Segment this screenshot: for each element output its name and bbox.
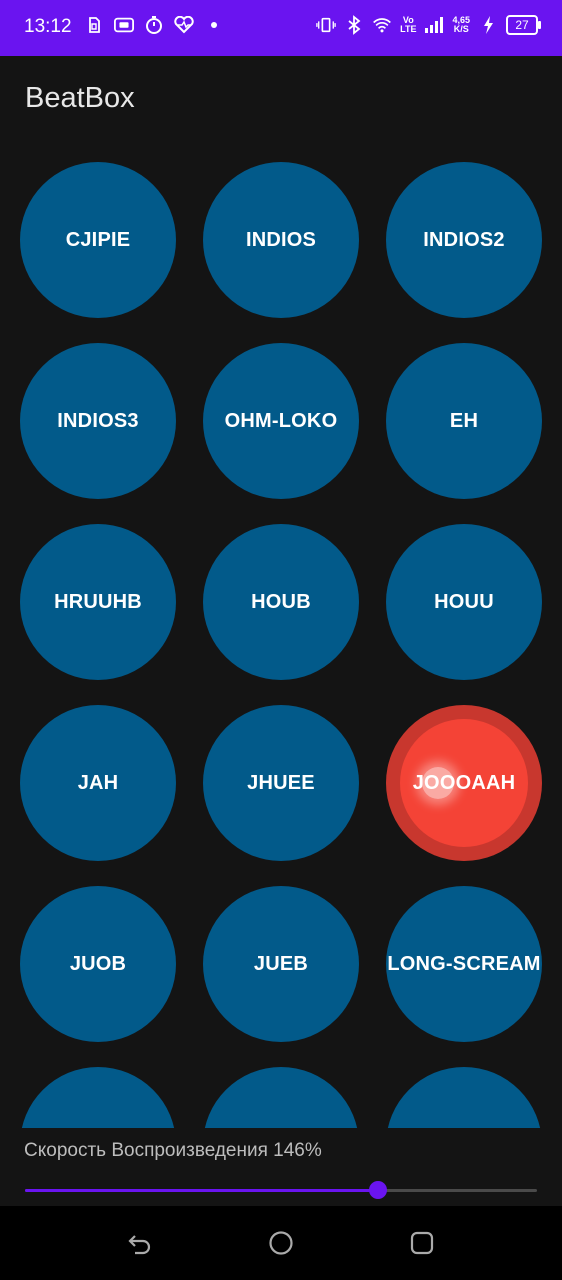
sound-pad-button[interactable] [203,1067,359,1128]
sound-pad-button[interactable]: OHM-LOKO [203,343,359,499]
app-title: BeatBox [25,82,135,114]
sound-pad-label: LONG-SCREAM [387,952,541,975]
volte-line2: LTE [400,24,417,34]
signal-icon [424,14,444,36]
sound-pad-label: HRUUHB [54,590,142,613]
sound-pad-button[interactable]: JUOB [20,886,176,1042]
back-icon [128,1235,151,1255]
sound-pad-label: HOUU [434,590,494,613]
playback-speed-slider[interactable] [25,1180,537,1202]
sound-pad-button[interactable]: EH [386,343,542,499]
beatbox-screen: 13:12 Vo LTE 4,65 K/S 27 BeatBox CJIPIE … [0,0,562,1280]
navigation-bar [0,1206,562,1280]
home-icon [269,1231,293,1255]
sound-pad-button[interactable]: LONG-SCREAM [386,886,542,1042]
sound-pad-label: CJIPIE [65,228,131,251]
vibrate-icon [316,14,336,36]
sound-pad-button[interactable] [386,1067,542,1128]
sound-pad-label: JUEB [253,952,309,975]
sound-pad-label: INDIOS [245,228,317,251]
sound-grid: CJIPIE INDIOS INDIOS2 INDIOS3 OHM-LOKO EH HRUU… [0,150,562,1128]
sound-pad-label: HOUB [251,590,311,613]
recents-icon [410,1231,434,1255]
sound-pad-label: JAH [77,771,119,794]
sound-pad-button[interactable]: JUEB [203,886,359,1042]
sound-pad-label: JHUEE [247,771,315,794]
sound-pad-label: INDIOS3 [57,409,139,432]
home-button[interactable] [266,1228,296,1258]
volte-icon: Vo LTE [400,16,416,34]
slider-thumb[interactable] [369,1181,388,1199]
recents-button[interactable] [407,1228,437,1258]
status-bar: 13:12 Vo LTE 4,65 K/S 27 [0,0,562,56]
playback-speed-label: Скорость Воспроизведения 146% [24,1140,322,1161]
network-speed: 4,65 K/S [452,16,470,34]
status-time: 13:12 [24,16,72,37]
battery-icon: 27 [506,15,541,35]
timer-icon [144,14,164,36]
network-speed-unit: K/S [453,24,469,34]
sound-pad-button[interactable] [20,1067,176,1128]
system-icons: Vo LTE 4,65 K/S 27 [316,14,541,36]
sound-pad-label: OHM-LOKO [224,409,338,432]
sound-pad-button[interactable]: HOUU [386,524,542,680]
sound-pad-button[interactable]: HRUUHB [20,524,176,680]
screen-icon [114,14,134,36]
charging-icon [478,14,498,36]
back-button[interactable] [125,1228,155,1258]
sim-icon [84,14,104,36]
heart-rate-icon [174,14,194,36]
sound-pad-button[interactable]: INDIOS3 [20,343,176,499]
touch-ripple [422,767,454,799]
sound-pad-button[interactable]: CJIPIE [20,162,176,318]
sound-pad-label: EH [449,409,479,432]
sound-pad-label: INDIOS2 [423,228,505,251]
sound-pad-button[interactable]: HOUB [203,524,359,680]
sound-pad-button[interactable]: JOOOAAH [386,705,542,861]
bluetooth-icon [344,14,364,36]
sound-pad-button[interactable]: JAH [20,705,176,861]
sound-pad-button[interactable]: JHUEE [203,705,359,861]
sound-pad-button[interactable]: INDIOS [203,162,359,318]
dot-icon [204,14,224,36]
notification-icons [84,14,224,36]
sound-pad-label: JUOB [69,952,127,975]
wifi-icon [372,14,392,36]
slider-fill [25,1189,379,1192]
sound-pad-button[interactable]: INDIOS2 [386,162,542,318]
